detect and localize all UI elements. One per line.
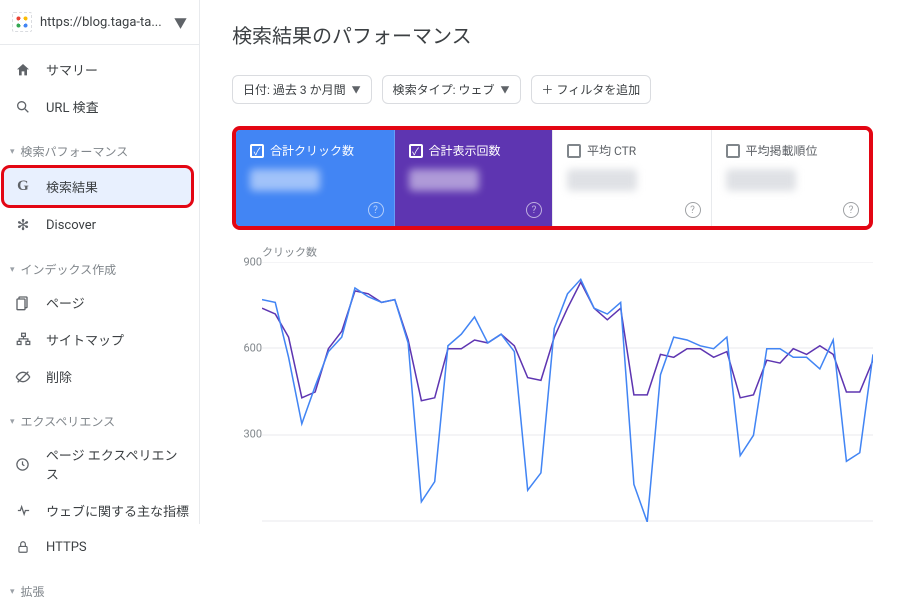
search-icon — [14, 98, 32, 116]
property-selector[interactable]: https://blog.taga-ta... ▼ — [0, 0, 199, 45]
sitemap-icon — [14, 331, 32, 349]
nav-removals[interactable]: 削除 — [0, 358, 199, 395]
property-icon — [12, 12, 32, 32]
checkbox-checked-icon: ✓ — [250, 144, 264, 158]
chart-title: クリック数 — [262, 244, 873, 260]
help-icon[interactable]: ? — [526, 202, 542, 218]
nav-group-experience[interactable]: ▾ エクスペリエンス — [0, 407, 199, 436]
metric-card-ctr[interactable]: 平均 CTR ? — [553, 130, 712, 226]
filter-add[interactable]: ＋ フィルタを追加 — [531, 75, 652, 104]
home-icon — [14, 61, 32, 79]
metric-value-blurred — [409, 169, 479, 191]
metric-cards-highlight: ✓ 合計クリック数 ? ✓ 合計表示回数 ? 平均 CTR ? — [232, 126, 873, 230]
lock-icon — [14, 538, 32, 556]
help-icon[interactable]: ? — [685, 202, 701, 218]
removals-icon — [14, 368, 32, 386]
vitals-icon — [14, 502, 32, 520]
collapse-icon: ▾ — [10, 587, 15, 597]
discover-icon: ✻ — [14, 216, 32, 234]
filter-date[interactable]: 日付: 過去 3 か月間 ▼ — [232, 75, 372, 104]
metric-value-blurred — [567, 169, 637, 191]
metric-card-impressions[interactable]: ✓ 合計表示回数 ? — [395, 130, 554, 226]
google-icon: G — [14, 178, 32, 196]
collapse-icon: ▾ — [10, 147, 15, 157]
metric-card-position[interactable]: 平均掲載順位 ? — [712, 130, 870, 226]
nav-group-performance[interactable]: ▾ 検索パフォーマンス — [0, 137, 199, 166]
performance-chart: 900 600 300 — [262, 262, 873, 522]
nav-sitemaps[interactable]: サイトマップ — [0, 321, 199, 358]
nav-search-results-label: 検索結果 — [46, 177, 98, 196]
help-icon[interactable]: ? — [843, 202, 859, 218]
metric-value-blurred — [726, 169, 796, 191]
y-axis: 900 600 300 — [238, 262, 262, 522]
chevron-down-icon: ▼ — [501, 83, 510, 96]
nav-pages[interactable]: ページ — [0, 284, 199, 321]
checkbox-unchecked-icon — [567, 144, 581, 158]
nav-core-web-vitals[interactable]: ウェブに関する主な指標 — [0, 492, 199, 529]
pages-icon — [14, 294, 32, 312]
collapse-icon: ▾ — [10, 417, 15, 427]
property-url: https://blog.taga-ta... — [40, 15, 166, 30]
page-experience-icon — [14, 455, 32, 473]
nav-url-inspect[interactable]: URL 検査 — [0, 88, 199, 125]
help-icon[interactable]: ? — [368, 202, 384, 218]
nav-url-inspect-label: URL 検査 — [46, 97, 99, 116]
metric-value-blurred — [250, 169, 320, 191]
filter-bar: 日付: 過去 3 か月間 ▼ 検索タイプ: ウェブ ▼ ＋ フィルタを追加 — [232, 75, 873, 104]
filter-search-type[interactable]: 検索タイプ: ウェブ ▼ — [382, 75, 521, 104]
collapse-icon: ▾ — [10, 265, 15, 275]
nav-discover-label: Discover — [46, 218, 96, 233]
nav-summary[interactable]: サマリー — [0, 51, 199, 88]
nav-discover[interactable]: ✻ Discover — [0, 207, 199, 243]
page-title: 検索結果のパフォーマンス — [232, 20, 873, 49]
checkbox-unchecked-icon — [726, 144, 740, 158]
nav-https[interactable]: HTTPS — [0, 529, 199, 565]
chevron-down-icon: ▼ — [352, 83, 361, 96]
nav-group-enhancements[interactable]: ▾ 拡張 — [0, 577, 199, 606]
nav-group-indexing[interactable]: ▾ インデックス作成 — [0, 255, 199, 284]
nav-summary-label: サマリー — [46, 60, 98, 79]
metric-card-clicks[interactable]: ✓ 合計クリック数 ? — [236, 130, 395, 226]
nav-page-experience[interactable]: ページ エクスペリエンス — [0, 436, 199, 492]
checkbox-checked-icon: ✓ — [409, 144, 423, 158]
chevron-down-icon: ▼ — [174, 13, 187, 32]
nav-search-results[interactable]: G 検索結果 — [4, 168, 191, 205]
